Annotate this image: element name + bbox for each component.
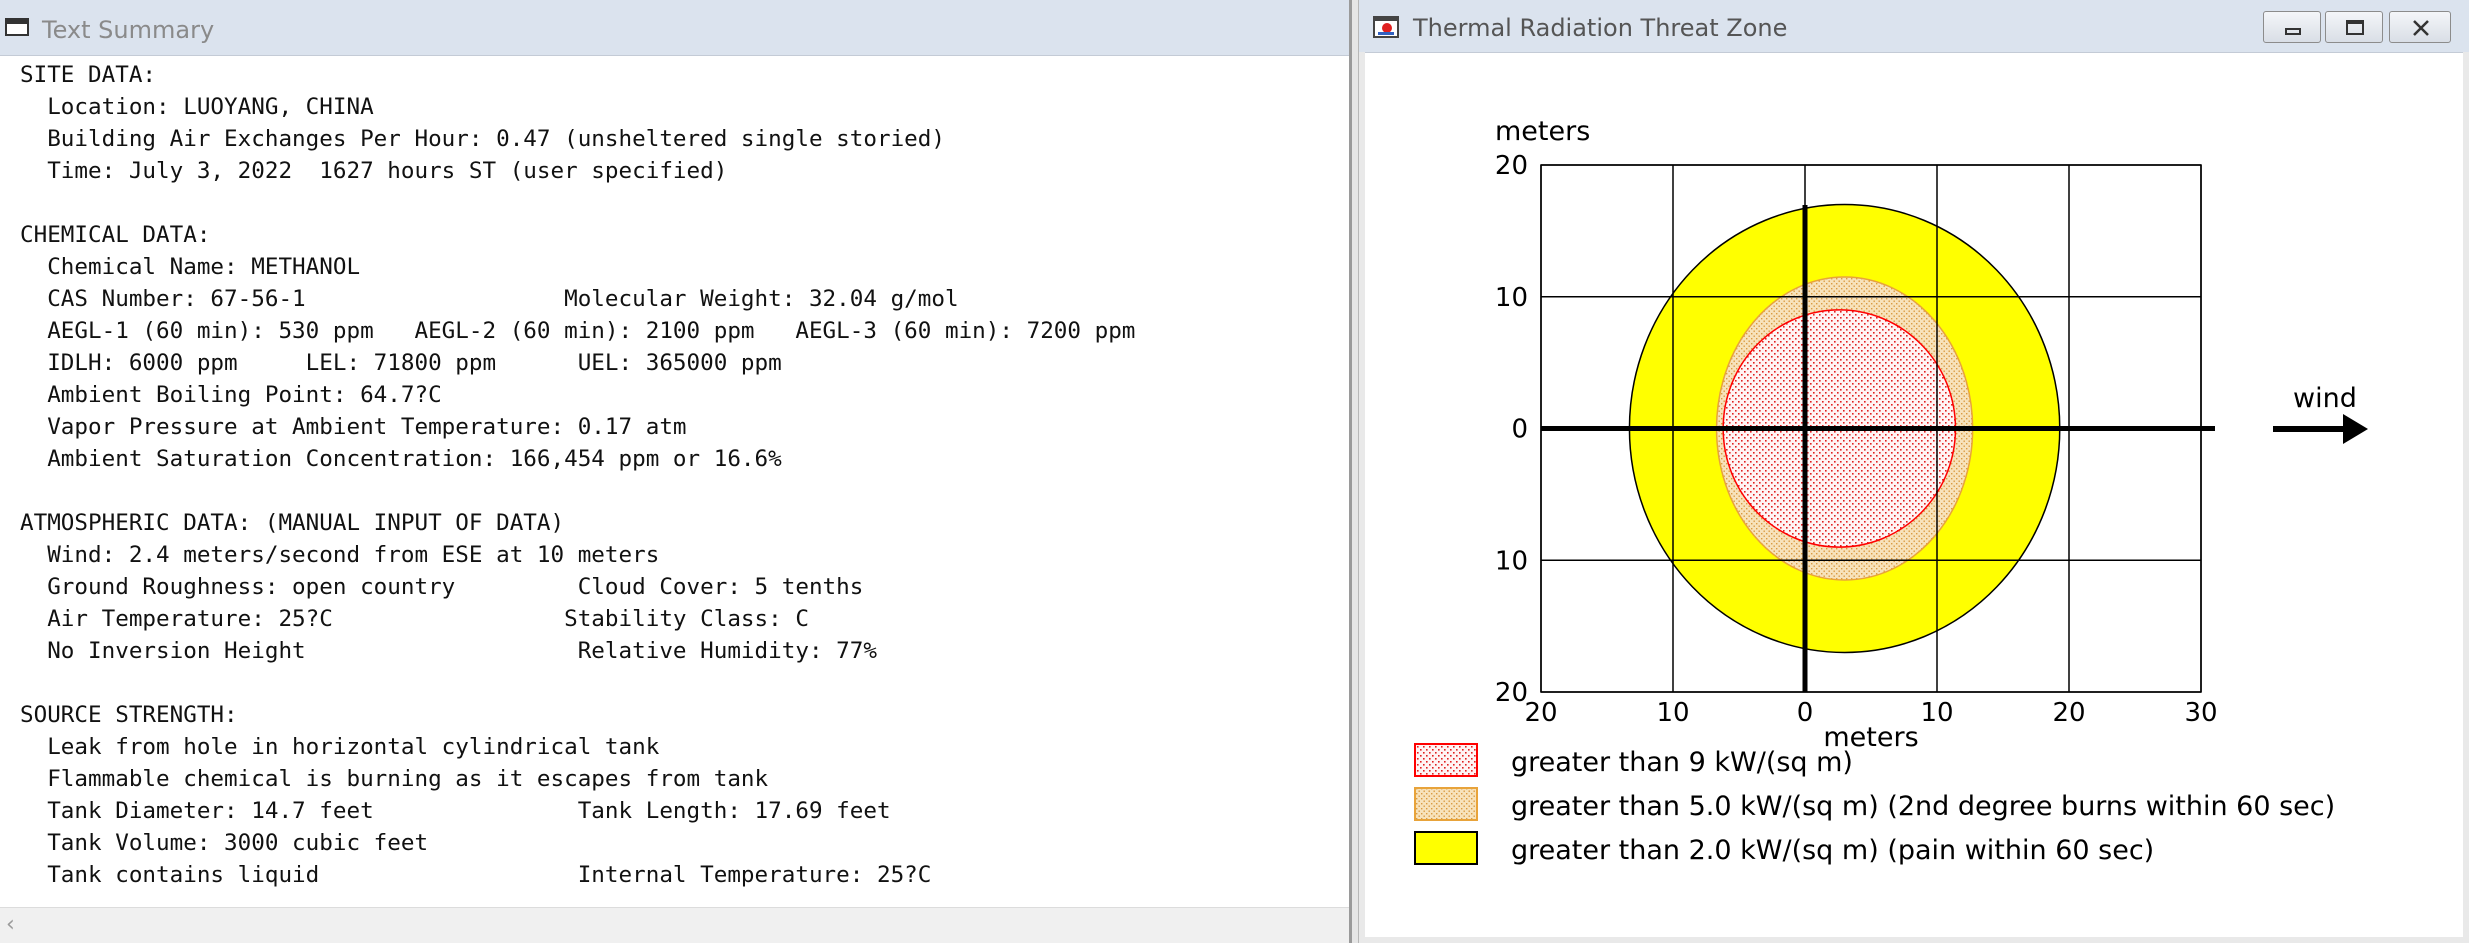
summary-text: SITE DATA: Location: LUOYANG, CHINA Buil… — [20, 62, 1136, 888]
legend-label: greater than 5.0 kW/(sq m) (2nd degree b… — [1511, 791, 2335, 822]
summary-text-area[interactable]: SITE DATA: Location: LUOYANG, CHINA Buil… — [0, 55, 1349, 908]
legend-label: greater than 2.0 kW/(sq m) (pain within … — [1511, 835, 2154, 866]
y-tick-label: 20 — [1495, 151, 1528, 181]
maximize-button[interactable] — [2325, 11, 2383, 43]
threat-zone-title-bar[interactable]: Thermal Radiation Threat Zone — [1359, 0, 2469, 53]
x-tick-label: 0 — [1797, 698, 1814, 728]
maximize-icon — [2346, 20, 2364, 35]
y-tick-label: 10 — [1495, 283, 1528, 313]
x-tick-label: 10 — [1656, 698, 1689, 728]
threat-zone-plot-area: 20 10 0 10 20 30 20 10 0 10 20 meters meters wind gr… — [1359, 52, 2469, 943]
text-summary-window: Text Summary SITE DATA: Location: LUOYAN… — [0, 0, 1352, 943]
x-tick-label: 30 — [2184, 698, 2217, 728]
legend-swatch — [1414, 831, 1478, 865]
window-title: Text Summary — [42, 16, 215, 44]
scroll-left-arrow-icon[interactable]: ‹ — [6, 912, 15, 937]
wind-label: wind — [2293, 383, 2357, 414]
minimize-icon — [2285, 28, 2301, 35]
minimize-button[interactable] — [2263, 11, 2321, 43]
threat-zone-chart: 20 10 0 10 20 30201001020metersmeters wind gr… — [1414, 116, 2368, 866]
y-axis-label: meters — [1495, 116, 1590, 147]
x-tick-label: 10 — [1920, 698, 1953, 728]
x-tick-label: 20 — [2052, 698, 2085, 728]
y-tick-label: 0 — [1511, 415, 1528, 445]
horizontal-scrollbar[interactable]: ‹ — [0, 907, 1349, 943]
legend-label: greater than 9 kW/(sq m) — [1511, 747, 1853, 778]
wind-arrow-icon — [2343, 414, 2368, 444]
legend-swatch — [1414, 743, 1478, 777]
y-tick-label: 10 — [1495, 546, 1528, 576]
close-button[interactable] — [2389, 11, 2451, 43]
x-tick-label: 20 — [1524, 698, 1557, 728]
legend-swatch — [1414, 787, 1478, 821]
threat-zone-window: Thermal Radiation Threat Zone 20 10 0 10… — [1358, 0, 2469, 943]
window-title: Thermal Radiation Threat Zone — [1413, 14, 1788, 42]
text-summary-title-bar[interactable]: Text Summary — [0, 0, 1349, 56]
text-window-icon — [5, 18, 29, 36]
close-icon — [2413, 20, 2429, 36]
threat-zone-app-icon — [1373, 16, 1399, 38]
y-tick-label: 20 — [1495, 678, 1528, 708]
